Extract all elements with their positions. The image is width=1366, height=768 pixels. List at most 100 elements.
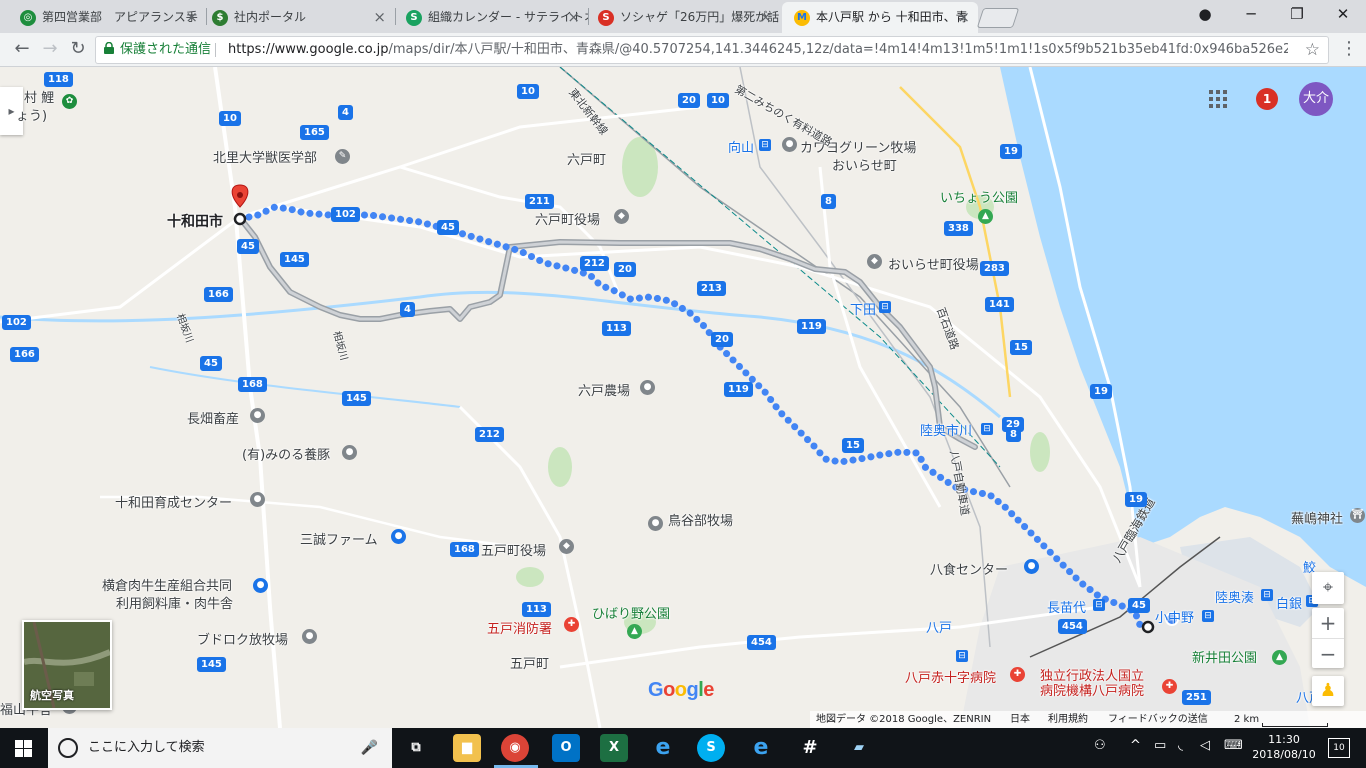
park-poi-icon[interactable]: ▲ — [978, 209, 993, 224]
user-avatar[interactable]: 大介 — [1299, 82, 1333, 116]
close-tab-icon[interactable]: × — [759, 2, 772, 33]
train-station-icon[interactable]: ⊟ — [981, 423, 993, 435]
edge-icon[interactable]: e — [649, 734, 677, 762]
business-poi-icon[interactable]: ● — [391, 529, 406, 544]
train-station-icon[interactable]: ⊟ — [879, 301, 891, 313]
destination-point-marker[interactable] — [233, 212, 247, 226]
microphone-icon[interactable]: 🎤 — [361, 728, 378, 768]
map-label[interactable]: 陸奥湊 — [1215, 587, 1254, 606]
hospital-poi-icon[interactable]: ✚ — [1162, 679, 1177, 694]
map-label[interactable]: 病院機構八戸病院 — [1040, 680, 1144, 699]
map-label[interactable]: ょう) — [16, 105, 47, 124]
browser-tab[interactable]: $ 社内ポータル × — [200, 2, 394, 33]
map-label[interactable]: 六戸町役場 — [535, 209, 600, 228]
farm-poi-icon[interactable]: ● — [302, 629, 317, 644]
map-label[interactable]: ひばり野公園 — [592, 603, 670, 622]
map-label[interactable]: 八戸 — [926, 617, 952, 636]
scale-label[interactable]: 2 km — [1234, 711, 1259, 728]
taskbar-search-box[interactable]: ここに入力して検索 🎤 — [48, 728, 392, 768]
profile-icon[interactable]: ● — [1182, 0, 1228, 30]
close-tab-icon[interactable]: × — [185, 2, 198, 33]
aquarium-poi-icon[interactable]: ✿ — [62, 94, 77, 109]
maximize-button[interactable]: ❐ — [1274, 0, 1320, 30]
browser-tab-active[interactable]: M 本八戸駅 から 十和田市、青 × — [782, 2, 978, 33]
map-label[interactable]: 五戸消防署 — [487, 618, 552, 637]
close-window-button[interactable]: ✕ — [1320, 0, 1366, 30]
bookmark-star-icon[interactable]: ☆ — [1305, 37, 1320, 63]
zoom-in-button[interactable]: + — [1312, 608, 1344, 639]
show-hidden-icons-chevron-icon[interactable]: ^ — [1130, 738, 1141, 753]
start-point-marker[interactable] — [1141, 620, 1155, 634]
map-label[interactable]: ブドロク放牧場 — [197, 629, 288, 648]
task-view-icon[interactable]: ⧉ — [402, 734, 430, 762]
browser-tab[interactable]: ◎ 第四営業部 アピアランス手 × — [8, 2, 206, 33]
map-label[interactable]: 横倉肉牛生産組合共同 — [102, 575, 232, 594]
notes-icon[interactable]: ▰ — [845, 734, 873, 762]
map-label[interactable]: 長畑畜産 — [187, 408, 239, 427]
train-station-icon[interactable]: ⊟ — [1202, 610, 1214, 622]
forward-arrow-icon[interactable]: → — [38, 37, 62, 61]
map-label[interactable]: 利用飼料庫・肉牛舎 — [116, 593, 233, 612]
map-label[interactable]: 向山 — [728, 137, 754, 156]
map-label[interactable]: 下田 — [850, 299, 876, 318]
map-label[interactable]: 小中野 — [1155, 607, 1194, 626]
system-clock[interactable]: 11:30 2018/08/10 — [1252, 732, 1316, 762]
farm-poi-icon[interactable]: ● — [250, 408, 265, 423]
feedback-link[interactable]: フィードバックの送信 — [1108, 711, 1208, 728]
farm-poi-icon[interactable]: ● — [782, 137, 797, 152]
my-location-button[interactable]: ⌖ — [1312, 572, 1344, 604]
map-label[interactable]: (有)みのる養豚 — [242, 444, 330, 463]
map-label[interactable]: おいらせ町役場 — [888, 254, 979, 273]
train-station-icon[interactable]: ⊟ — [956, 650, 968, 662]
zoom-out-button[interactable]: − — [1312, 639, 1344, 669]
excel-icon[interactable]: X — [600, 734, 628, 762]
battery-icon[interactable]: ▭ — [1154, 738, 1166, 753]
terms-link[interactable]: 利用規約 — [1048, 711, 1088, 728]
reload-icon[interactable]: ↻ — [66, 37, 90, 61]
map-label[interactable]: 陸奥市川 — [920, 420, 972, 439]
map-label[interactable]: 新井田公園 — [1192, 647, 1257, 666]
map-data-credit[interactable]: 地図データ ©2018 Google、ZENRIN — [816, 711, 991, 728]
park-poi-icon[interactable]: ▲ — [627, 624, 642, 639]
file-explorer-icon[interactable]: ▆ — [453, 734, 481, 762]
university-poi-icon[interactable]: ✎ — [335, 149, 350, 164]
map-label[interactable]: 六戸農場 — [578, 380, 630, 399]
back-arrow-icon[interactable]: ← — [10, 37, 34, 61]
internet-explorer-icon[interactable]: e — [747, 734, 775, 762]
chrome-menu-icon[interactable]: ⋮ — [1340, 37, 1358, 61]
google-apps-grid-icon[interactable] — [1208, 89, 1228, 109]
shopping-poi-icon[interactable]: ● — [1024, 559, 1039, 574]
aerial-view-toggle[interactable]: 航空写真 — [22, 620, 112, 710]
map-label[interactable]: 鳥谷部牧場 — [668, 510, 733, 529]
url-text[interactable]: https://www.google.co.jp/maps/dir/本八戸駅/十… — [228, 37, 1288, 63]
close-tab-icon[interactable]: × — [373, 2, 386, 33]
park-poi-icon[interactable]: ▲ — [1272, 650, 1287, 665]
skype-icon[interactable]: S — [697, 734, 725, 762]
government-poi-icon[interactable]: ◆ — [559, 539, 574, 554]
map-label[interactable]: 八食センター — [930, 559, 1008, 578]
map-label[interactable]: おいらせ町 — [832, 155, 897, 174]
map-label[interactable]: 十和田市 — [167, 211, 223, 231]
map-label[interactable]: 長苗代 — [1047, 597, 1086, 616]
map-label[interactable]: 北里大学獣医学部 — [213, 147, 317, 166]
street-view-pegman-icon[interactable]: ♟ — [1312, 676, 1344, 706]
map-label[interactable]: 十和田育成センター — [115, 492, 232, 511]
new-tab-button[interactable] — [976, 8, 1020, 28]
government-poi-icon[interactable]: ◆ — [614, 209, 629, 224]
fire-station-poi-icon[interactable]: ✚ — [564, 617, 579, 632]
chrome-icon[interactable]: ◉ — [501, 734, 529, 762]
business-poi-icon[interactable]: ● — [253, 578, 268, 593]
ime-mode-icon[interactable]: ⌨ — [1224, 738, 1243, 753]
train-station-icon[interactable]: ⊟ — [1093, 599, 1105, 611]
outlook-icon[interactable]: O — [552, 734, 580, 762]
map-canvas[interactable]: ▸ 十和田市 北里大学獣医学部 六戸町 六戸町役場 向山 カワヨグリーン牧場 お… — [0, 67, 1366, 728]
volume-icon[interactable]: ◁ — [1200, 738, 1210, 753]
browser-tab[interactable]: S 組織カレンダー - サテライトオ × — [394, 2, 588, 33]
map-label[interactable]: 八戸赤十字病院 — [905, 667, 996, 686]
minimize-button[interactable]: ─ — [1228, 0, 1274, 30]
map-label[interactable]: 白銀 — [1276, 593, 1302, 612]
action-center-icon[interactable]: 10 — [1328, 738, 1350, 758]
network-icon[interactable]: ◟ — [1178, 738, 1183, 753]
browser-tab[interactable]: S ソシャゲ「26万円」爆死が話 × — [586, 2, 780, 33]
map-label[interactable]: 五戸町役場 — [481, 540, 546, 559]
